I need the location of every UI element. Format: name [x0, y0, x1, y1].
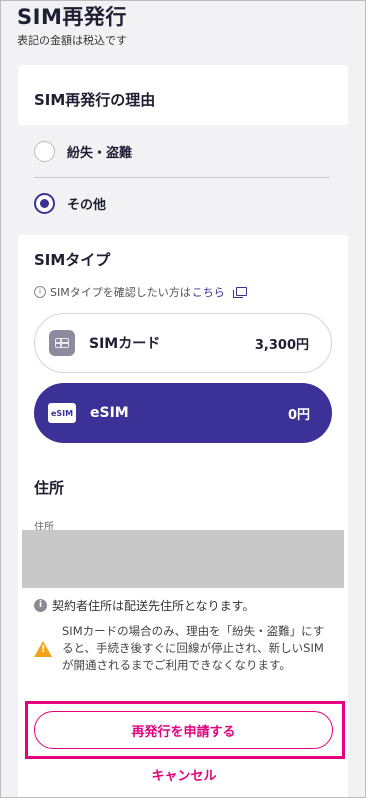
info-icon: i [34, 286, 46, 298]
sim-type-info: i SIMタイプを確認したい方は こちら [34, 284, 247, 300]
radio-option-lost-stolen[interactable]: 紛失・盗難 [34, 141, 132, 162]
esim-price: 0円 [287, 407, 310, 423]
page-subtitle: 表記の金額は税込です [17, 34, 127, 47]
reason-section-title: SIM再発行の理由 [34, 91, 156, 109]
address-note-text: 契約者住所は配送先住所となります。 [52, 599, 255, 613]
form-card: SIM再発行の理由 紛失・盗難 その他 SIMタイプ i SIMタイプを確認した… [18, 65, 348, 797]
cancel-link[interactable]: キャンセル [1, 765, 365, 784]
warning-message: ! SIMカードの場合のみ、理由を「紛失・盗難」にすると、手続き後すぐに回線が停… [34, 623, 334, 674]
address-note: i 契約者住所は配送先住所となります。 [34, 597, 254, 614]
page-header: SIM再発行 表記の金額は税込です [17, 3, 127, 48]
esim-icon: eSIM [48, 403, 76, 423]
sim-type-option-esim[interactable]: eSIM eSIM 0円 [34, 383, 332, 443]
divider [34, 177, 330, 178]
address-section-title: 住所 [34, 479, 65, 497]
external-window-icon[interactable] [232, 286, 247, 298]
radio-option-other[interactable]: その他 [34, 193, 106, 214]
sim-type-section-title: SIMタイプ [34, 251, 111, 269]
sim-card-name: SIMカード [89, 336, 161, 352]
sim-type-info-link[interactable]: こちら [192, 284, 225, 300]
warning-text: SIMカードの場合のみ、理由を「紛失・盗難」にすると、手続き後すぐに回線が停止さ… [62, 624, 325, 672]
sim-type-info-text: SIMタイプを確認したい方は [50, 286, 191, 299]
sim-card-icon [49, 330, 75, 356]
sim-type-option-sim-card[interactable]: SIMカード 3,300円 [34, 313, 332, 373]
info-icon: i [34, 599, 47, 612]
esim-name: eSIM [90, 405, 129, 421]
radio-unchecked-icon[interactable] [34, 141, 55, 162]
page-title: SIM再発行 [17, 5, 127, 29]
screen: SIM再発行 表記の金額は税込です SIM再発行の理由 紛失・盗難 その他 SI… [0, 0, 366, 798]
submit-reissue-button[interactable]: 再発行を申請する [34, 711, 333, 749]
radio-label-lost-stolen: 紛失・盗難 [67, 146, 133, 161]
address-field [22, 530, 344, 588]
warning-icon: ! [34, 640, 52, 657]
sim-card-price: 3,300円 [254, 337, 309, 353]
radio-label-other: その他 [67, 198, 107, 213]
radio-checked-icon[interactable] [34, 193, 55, 214]
